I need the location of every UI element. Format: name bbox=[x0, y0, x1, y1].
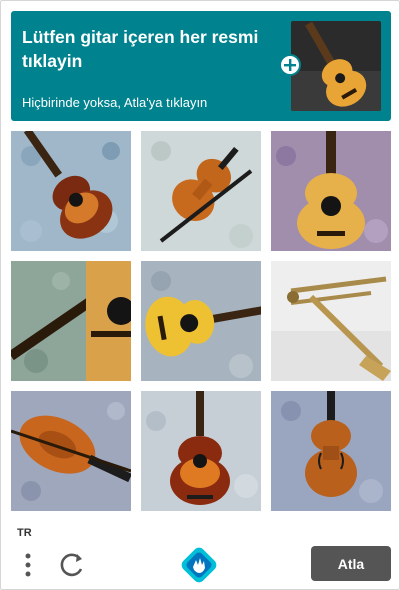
grid-tile-4[interactable] bbox=[11, 261, 131, 381]
grid-tile-2[interactable] bbox=[141, 131, 261, 251]
grid-tile-1[interactable] bbox=[11, 131, 131, 251]
refresh-icon[interactable] bbox=[57, 551, 87, 579]
example-image bbox=[291, 21, 381, 111]
grid-tile-6[interactable] bbox=[271, 261, 391, 381]
skip-button[interactable]: Atla bbox=[311, 546, 391, 581]
challenge-prompt: Lütfen gitar içeren her resmi tıklayin H… bbox=[11, 11, 391, 121]
plus-icon[interactable] bbox=[279, 54, 301, 76]
grid-tile-3[interactable] bbox=[271, 131, 391, 251]
grid-tile-9[interactable] bbox=[271, 391, 391, 511]
hcaptcha-logo-icon bbox=[181, 547, 217, 583]
language-indicator[interactable]: TR bbox=[17, 527, 32, 539]
captcha-frame: Lütfen gitar içeren her resmi tıklayin H… bbox=[0, 0, 400, 590]
grid-tile-8[interactable] bbox=[141, 391, 261, 511]
image-grid bbox=[11, 131, 391, 511]
menu-icon[interactable] bbox=[21, 551, 35, 579]
prompt-title: Lütfen gitar içeren her resmi tıklayin bbox=[22, 27, 259, 71]
grid-tile-5[interactable] bbox=[141, 261, 261, 381]
prompt-subtitle: Hiçbirinde yoksa, Atla'ya tıklayın bbox=[22, 95, 208, 110]
grid-tile-7[interactable] bbox=[11, 391, 131, 511]
